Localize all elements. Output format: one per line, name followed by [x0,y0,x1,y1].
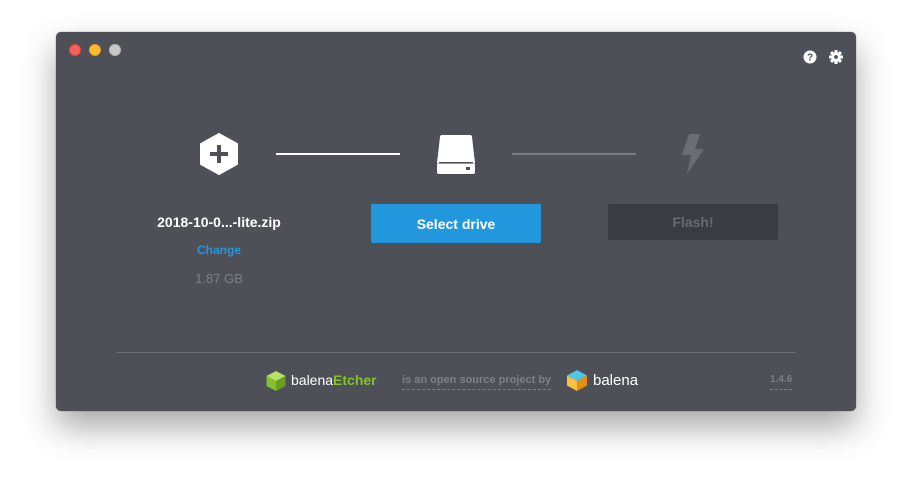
plus-hexagon-icon[interactable] [200,133,238,175]
maximize-window-button[interactable] [109,44,121,56]
step-connector-1 [276,153,400,155]
svg-text:?: ? [807,53,813,64]
settings-icon[interactable] [829,50,843,64]
flash-button[interactable]: Flash! [608,204,778,240]
drive-icon [437,135,475,174]
open-source-tagline: is an open source project by [402,374,552,390]
image-size: 1.87 GB [195,271,243,286]
close-window-button[interactable] [69,44,81,56]
change-image-link[interactable]: Change [136,243,302,257]
image-filename: 2018-10-0...-lite.zip [157,214,281,230]
version-label[interactable]: 1.4.6 [770,374,793,390]
etcher-suffix: Etcher [333,372,377,388]
step-connector-2 [512,153,636,155]
balena-logo-icon[interactable] [566,369,588,392]
help-icon[interactable]: ? [803,50,817,64]
balena-etcher-link[interactable]: balenaEtcher [291,372,377,388]
select-drive-button[interactable]: Select drive [371,204,541,243]
lightning-icon [682,134,704,174]
etcher-prefix: balena [291,372,334,388]
etcher-logo-icon[interactable] [265,370,287,392]
etcher-window: ? 2018-10-0...-lite.zip Change 1.87 GB S… [56,32,856,411]
footer-divider [116,352,796,353]
minimize-window-button[interactable] [89,44,101,56]
balena-link[interactable]: balena [593,372,638,389]
